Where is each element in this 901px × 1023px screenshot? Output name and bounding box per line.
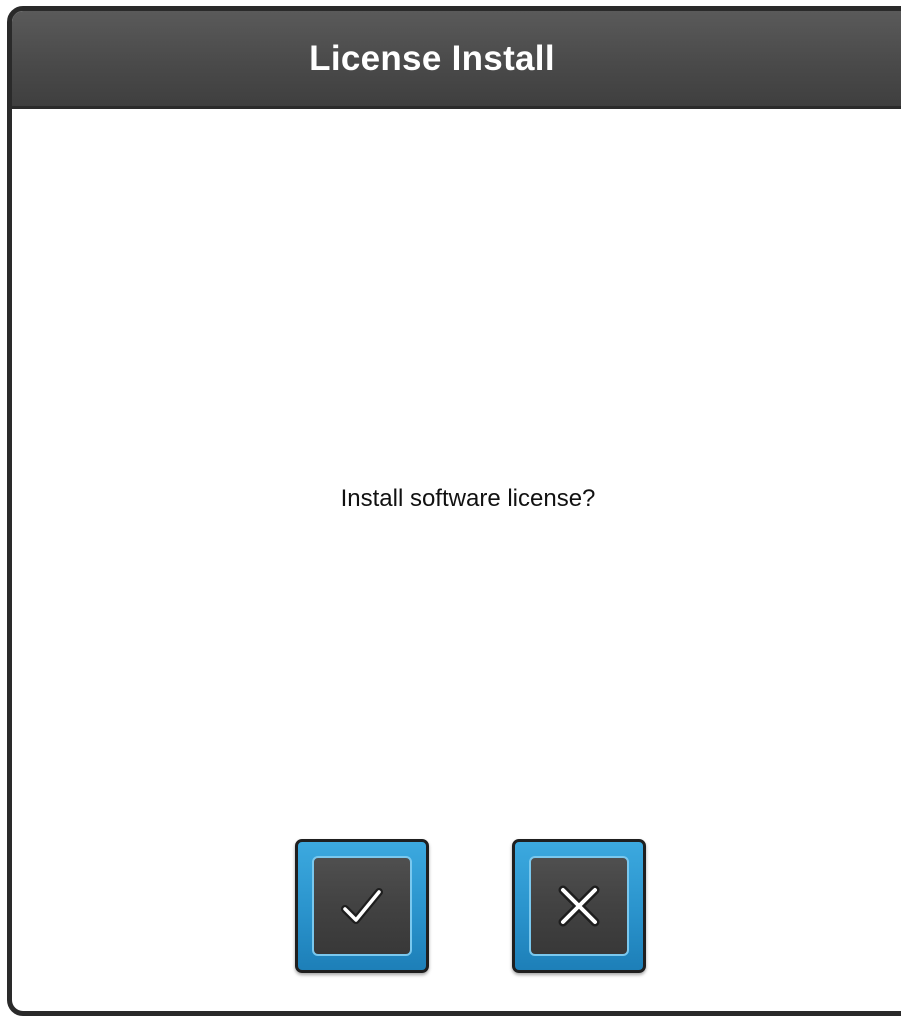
- close-icon: [555, 882, 603, 930]
- cancel-button[interactable]: [512, 839, 646, 973]
- dialog-title: License Install: [309, 38, 555, 78]
- confirm-button[interactable]: [295, 839, 429, 973]
- dialog-message: Install software license?: [340, 485, 596, 512]
- dialog-titlebar: License Install: [12, 11, 901, 109]
- cancel-button-face[interactable]: [529, 856, 629, 956]
- license-install-dialog: License Install Install software license…: [7, 6, 901, 1016]
- confirm-button-face[interactable]: [312, 856, 412, 956]
- checkmark-icon: [339, 883, 385, 929]
